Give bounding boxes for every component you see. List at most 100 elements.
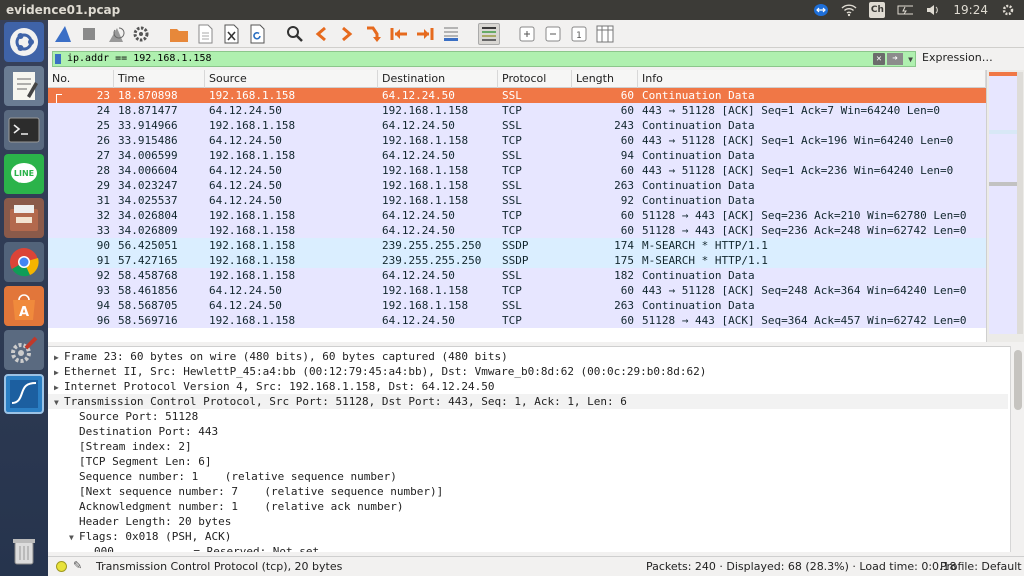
clear-filter-icon[interactable]: ✕ xyxy=(873,53,885,65)
trash-icon[interactable] xyxy=(4,530,44,570)
expand-arrow-icon[interactable]: ▶ xyxy=(54,365,64,380)
column-header-protocol[interactable]: Protocol xyxy=(498,70,572,88)
save-file-icon[interactable] xyxy=(194,23,216,45)
detail-text: Flags: 0x018 (PSH, ACK) xyxy=(79,530,232,543)
go-forward-icon[interactable] xyxy=(336,23,358,45)
open-file-icon[interactable] xyxy=(168,23,190,45)
keyboard-layout[interactable]: Ch xyxy=(869,2,886,18)
packet-row[interactable]: 26 33.915486 64.12.24.50 192.168.1.158 TCP 60… xyxy=(48,133,986,148)
text-editor-icon[interactable] xyxy=(4,66,44,106)
restart-capture-icon[interactable] xyxy=(104,23,126,45)
go-back-icon[interactable] xyxy=(310,23,332,45)
system-settings-icon[interactable] xyxy=(4,330,44,370)
zoom-out-icon[interactable] xyxy=(542,23,564,45)
packet-row[interactable]: 27 34.006599 192.168.1.158 64.12.24.50 SSL 94… xyxy=(48,148,986,163)
wireshark-icon[interactable] xyxy=(4,374,44,414)
detail-row[interactable]: ▼ Flags: 0x018 (PSH, ACK) xyxy=(48,529,1008,544)
bookmark-icon[interactable] xyxy=(55,54,61,64)
detail-row[interactable]: 000. .... .... = Reserved: Not set xyxy=(48,544,1008,552)
expand-arrow-icon[interactable]: ▶ xyxy=(54,350,64,365)
autoscroll-icon[interactable] xyxy=(440,23,462,45)
packet-row[interactable]: 94 58.568705 64.12.24.50 192.168.1.158 SSL 26… xyxy=(48,298,986,313)
cell-src: 64.12.24.50 xyxy=(209,134,282,147)
detail-row[interactable]: [Stream index: 2] xyxy=(48,439,1008,454)
detail-row[interactable]: Acknowledgment number: 1 (relative ack n… xyxy=(48,499,1008,514)
column-header-length[interactable]: Length xyxy=(572,70,638,88)
capture-options-icon[interactable] xyxy=(130,23,152,45)
teamviewer-icon[interactable] xyxy=(813,2,829,18)
reload-file-icon[interactable] xyxy=(246,23,268,45)
cell-src: 192.168.1.158 xyxy=(209,119,296,132)
packet-row[interactable]: 24 18.871477 64.12.24.50 192.168.1.158 TCP 60… xyxy=(48,103,986,118)
detail-row[interactable]: ▶ Internet Protocol Version 4, Src: 192.1… xyxy=(48,379,1008,394)
apply-filter-icon[interactable]: ➜ xyxy=(887,53,903,65)
packet-minimap-scrollbar[interactable] xyxy=(986,70,1024,342)
scrollbar-thumb[interactable] xyxy=(1014,350,1022,410)
detail-row[interactable]: Source Port: 51128 xyxy=(48,409,1008,424)
ubuntu-dash-icon[interactable] xyxy=(4,22,44,62)
filter-history-dropdown-icon[interactable]: ▼ xyxy=(908,53,913,67)
packet-details-pane[interactable]: ▶ Frame 23: 60 bytes on wire (480 bits), … xyxy=(48,346,1024,552)
power-gear-icon[interactable] xyxy=(1000,2,1016,18)
profile-label[interactable]: Profile: Default xyxy=(940,560,1022,573)
software-center-icon[interactable]: A xyxy=(4,286,44,326)
expand-arrow-icon[interactable]: ▶ xyxy=(54,380,64,395)
colorize-icon[interactable] xyxy=(478,23,500,45)
line-app-icon[interactable]: LINE xyxy=(4,154,44,194)
column-header-source[interactable]: Source xyxy=(205,70,378,88)
cell-info: Continuation Data xyxy=(642,269,755,282)
detail-row[interactable]: ▶ Ethernet II, Src: HewlettP_45:a4:bb (00… xyxy=(48,364,1008,379)
packet-row[interactable]: 29 34.023247 64.12.24.50 192.168.1.158 SSL 26… xyxy=(48,178,986,193)
expert-info-icon[interactable] xyxy=(56,561,67,572)
packet-row[interactable]: 91 57.427165 192.168.1.158 239.255.255.250 S… xyxy=(48,253,986,268)
packet-row[interactable]: 90 56.425051 192.168.1.158 239.255.255.250 S… xyxy=(48,238,986,253)
resize-columns-icon[interactable] xyxy=(594,23,616,45)
volume-icon[interactable] xyxy=(925,2,941,18)
detail-row[interactable]: [TCP Segment Len: 6] xyxy=(48,454,1008,469)
column-header-info[interactable]: Info xyxy=(638,70,986,88)
display-filter-input[interactable]: ip.addr == 192.168.1.158 ✕ ➜ ▼ xyxy=(52,51,916,67)
column-header-time[interactable]: Time xyxy=(114,70,205,88)
detail-row[interactable]: ▼ Transmission Control Protocol, Src Port… xyxy=(48,394,1008,409)
battery-icon[interactable] xyxy=(897,2,914,18)
detail-text: Sequence number: 1 (relative sequence nu… xyxy=(79,470,397,483)
packet-list[interactable]: No. Time Source Destination Protocol Length In… xyxy=(48,70,986,342)
terminal-icon[interactable] xyxy=(4,110,44,150)
details-scrollbar[interactable] xyxy=(1010,346,1024,552)
stop-capture-icon[interactable] xyxy=(78,23,100,45)
normal-size-icon[interactable]: 1 xyxy=(568,23,590,45)
detail-row[interactable]: [Next sequence number: 7 (relative seque… xyxy=(48,484,1008,499)
go-to-packet-icon[interactable] xyxy=(362,23,384,45)
column-header-destination[interactable]: Destination xyxy=(378,70,498,88)
detail-row[interactable]: Header Length: 20 bytes xyxy=(48,514,1008,529)
packet-row[interactable]: 25 33.914966 192.168.1.158 64.12.24.50 SSL 24… xyxy=(48,118,986,133)
detail-row[interactable]: Destination Port: 443 xyxy=(48,424,1008,439)
packet-row[interactable]: 92 58.458768 192.168.1.158 64.12.24.50 SSL 18… xyxy=(48,268,986,283)
first-packet-icon[interactable] xyxy=(388,23,410,45)
detail-row[interactable]: ▶ Frame 23: 60 bytes on wire (480 bits), … xyxy=(48,349,1008,364)
find-packet-icon[interactable] xyxy=(284,23,306,45)
packet-row[interactable]: 93 58.461856 64.12.24.50 192.168.1.158 TCP 60… xyxy=(48,283,986,298)
cell-len: 263 xyxy=(614,179,634,192)
clock[interactable]: 19:24 xyxy=(953,3,988,17)
packet-row[interactable]: 33 34.026809 192.168.1.158 64.12.24.50 TCP 60… xyxy=(48,223,986,238)
cell-time: 33.915486 xyxy=(118,134,178,147)
packet-row[interactable]: 96 58.569716 192.168.1.158 64.12.24.50 TCP 60… xyxy=(48,313,986,328)
packet-row[interactable]: 32 34.026804 192.168.1.158 64.12.24.50 TCP 60… xyxy=(48,208,986,223)
detail-row[interactable]: Sequence number: 1 (relative sequence nu… xyxy=(48,469,1008,484)
zoom-in-icon[interactable] xyxy=(516,23,538,45)
expression-button[interactable]: Expression… xyxy=(922,51,993,64)
column-header-no[interactable]: No. xyxy=(48,70,114,88)
start-capture-icon[interactable] xyxy=(52,23,74,45)
chrome-icon[interactable] xyxy=(4,242,44,282)
files-icon[interactable] xyxy=(4,198,44,238)
collapse-arrow-icon[interactable]: ▼ xyxy=(54,395,64,410)
packet-row[interactable]: 31 34.025537 64.12.24.50 192.168.1.158 SSL 92… xyxy=(48,193,986,208)
packet-row[interactable]: 23 18.870898 192.168.1.158 64.12.24.50 SSL 60… xyxy=(48,88,986,103)
wifi-icon[interactable] xyxy=(841,2,857,18)
last-packet-icon[interactable] xyxy=(414,23,436,45)
collapse-arrow-icon[interactable]: ▼ xyxy=(69,530,79,545)
packet-row[interactable]: 28 34.006604 64.12.24.50 192.168.1.158 TCP 60… xyxy=(48,163,986,178)
edit-comment-icon[interactable]: ✎ xyxy=(73,559,82,572)
close-file-icon[interactable] xyxy=(220,23,242,45)
